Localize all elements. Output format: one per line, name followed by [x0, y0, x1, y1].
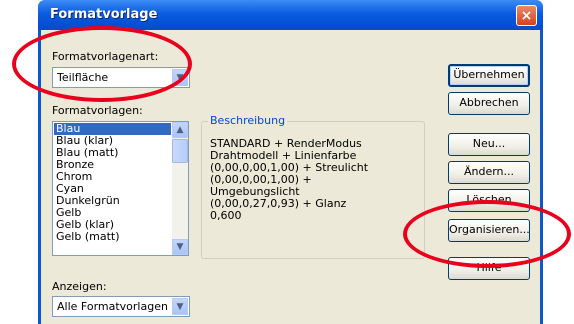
scroll-down-icon[interactable]: ▼: [172, 239, 188, 255]
styles-label: Formatvorlagen:: [52, 104, 143, 117]
show-dropdown[interactable]: Alle Formatvorlagen ▼: [52, 296, 190, 317]
apply-button[interactable]: Übernehmen: [448, 64, 530, 87]
styles-scrollbar[interactable]: ▲ ▼: [172, 122, 188, 255]
scroll-up-icon[interactable]: ▲: [172, 122, 188, 138]
cancel-button[interactable]: Abbrechen: [448, 92, 530, 115]
list-item[interactable]: Gelb (matt): [54, 231, 171, 243]
show-label: Anzeigen:: [52, 280, 107, 293]
new-button[interactable]: Neu...: [448, 133, 530, 156]
window-title: Formatvorlage: [50, 7, 158, 22]
close-button[interactable]: ×: [516, 5, 537, 26]
annotation-circle-type: [12, 26, 192, 102]
styles-listbox[interactable]: Blau Blau (klar) Blau (matt) Bronze Chro…: [52, 121, 189, 256]
description-title: Beschreibung: [208, 114, 288, 127]
styles-list: Blau Blau (klar) Blau (matt) Bronze Chro…: [54, 123, 171, 243]
description-text: STANDARD + RenderModus Drahtmodell + Lin…: [210, 137, 369, 222]
chevron-down-icon[interactable]: ▼: [172, 298, 188, 315]
annotation-circle-organize: [403, 200, 571, 268]
show-dropdown-value: Alle Formatvorlagen: [57, 300, 168, 313]
scroll-thumb[interactable]: [172, 139, 188, 163]
close-icon: ×: [520, 8, 533, 24]
change-button[interactable]: Ändern...: [448, 161, 530, 184]
description-group: Beschreibung STANDARD + RenderModus Drah…: [201, 114, 425, 259]
